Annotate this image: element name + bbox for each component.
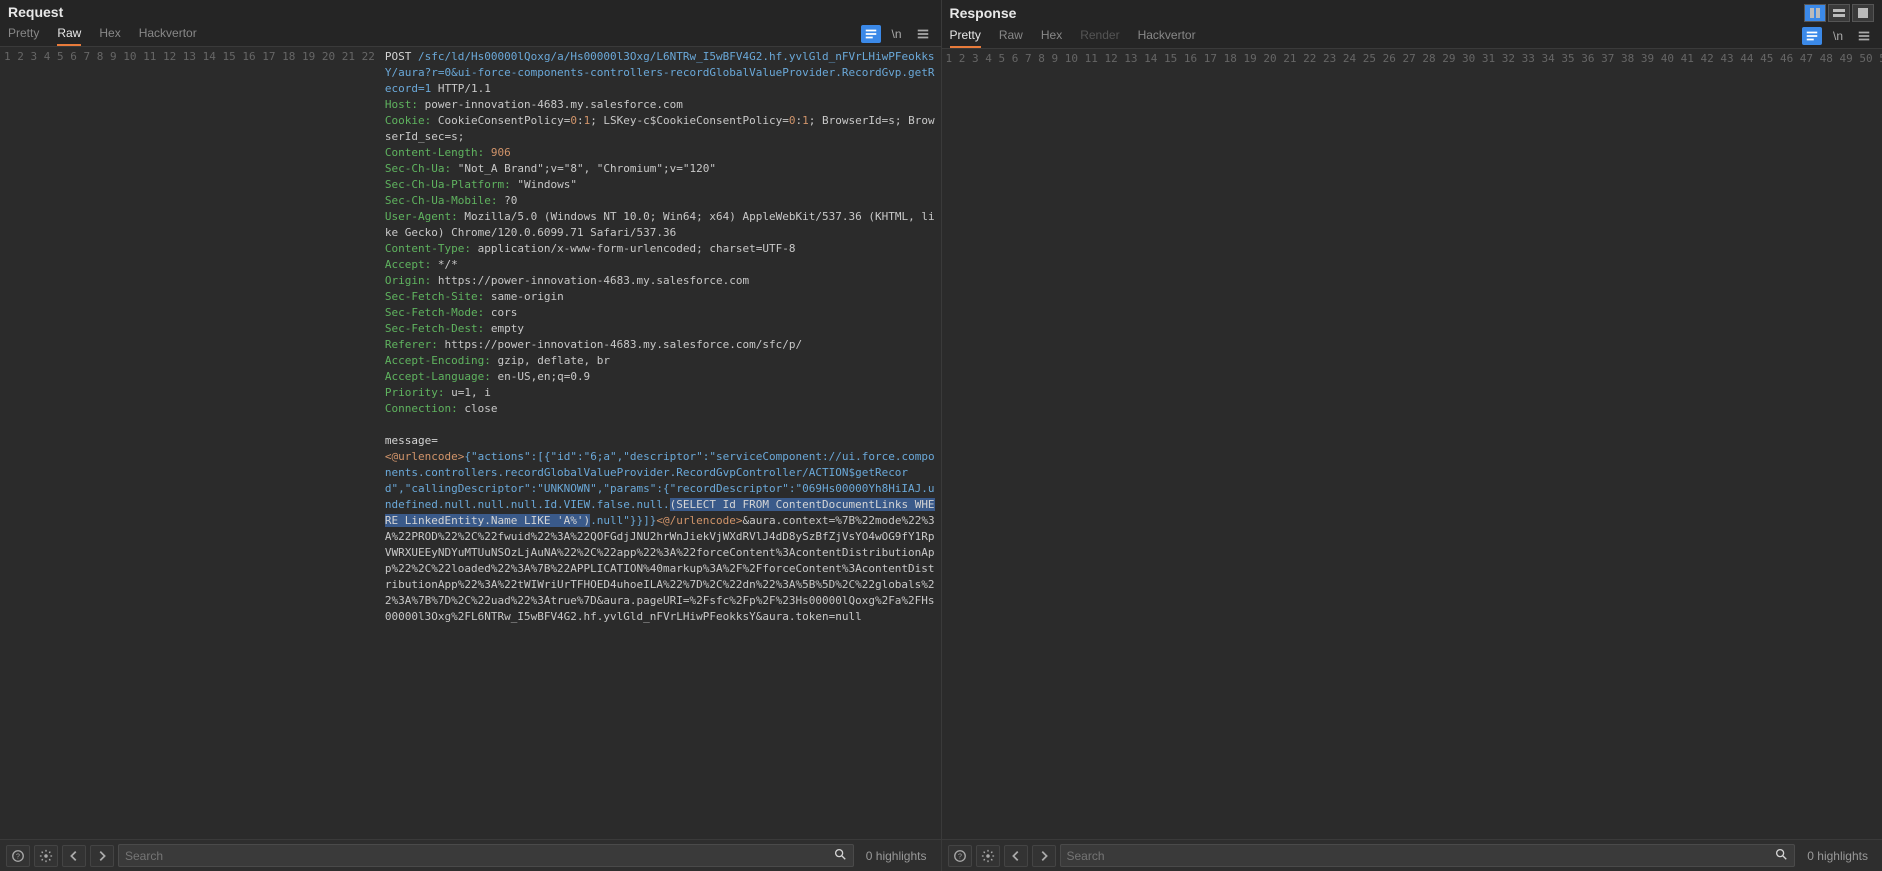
svg-text:?: ?: [958, 853, 962, 860]
response-gutter: 1 2 3 4 5 6 7 8 9 10 11 12 13 14 15 16 1…: [942, 49, 1882, 839]
view-toggles: [1804, 4, 1874, 22]
view-rows-icon[interactable]: [1828, 4, 1850, 22]
gear-icon[interactable]: [34, 845, 58, 867]
forward-icon[interactable]: [1032, 845, 1056, 867]
menu-icon[interactable]: [913, 25, 933, 43]
request-code[interactable]: POST /sfc/ld/Hs00000lQoxg/a/Hs00000l3Oxg…: [381, 47, 941, 839]
view-columns-icon[interactable]: [1804, 4, 1826, 22]
response-title: Response: [950, 5, 1017, 21]
back-icon[interactable]: [1004, 845, 1028, 867]
search-icon[interactable]: [1774, 847, 1788, 864]
response-footer: ? 0 highlights: [942, 839, 1882, 871]
tab-hackvertor[interactable]: Hackvertor: [1138, 24, 1196, 48]
svg-text:?: ?: [16, 853, 20, 860]
tab-pretty[interactable]: Pretty: [950, 24, 981, 48]
response-tab-actions: \n: [1802, 27, 1874, 45]
response-lines-icon[interactable]: [1802, 27, 1822, 45]
request-highlights: 0 highlights: [858, 849, 935, 863]
request-footer: ? 0 highlights: [0, 839, 941, 871]
tab-hex[interactable]: Hex: [1041, 24, 1062, 48]
request-tabs-row: Pretty Raw Hex Hackvertor \n: [0, 20, 941, 47]
tab-raw[interactable]: Raw: [999, 24, 1023, 48]
forward-icon[interactable]: [90, 845, 114, 867]
view-single-icon[interactable]: [1852, 4, 1874, 22]
response-tabs-row: Pretty Raw Hex Render Hackvertor \n: [942, 22, 1882, 49]
newline-icon[interactable]: \n: [1828, 27, 1848, 45]
gear-icon[interactable]: [976, 845, 1000, 867]
response-content[interactable]: 1 2 3 4 5 6 7 8 9 10 11 12 13 14 15 16 1…: [942, 49, 1882, 839]
request-pane: Request Pretty Raw Hex Hackvertor \n 1 2 3 …: [0, 0, 942, 871]
response-header: Response: [942, 0, 1882, 22]
tab-render[interactable]: Render: [1080, 24, 1119, 48]
request-search-input[interactable]: [125, 849, 833, 863]
search-icon[interactable]: [833, 847, 847, 864]
menu-icon[interactable]: [1854, 27, 1874, 45]
request-search[interactable]: [118, 844, 854, 867]
tab-hex[interactable]: Hex: [99, 22, 120, 46]
tab-raw[interactable]: Raw: [57, 22, 81, 46]
response-highlights: 0 highlights: [1799, 849, 1876, 863]
request-lines-icon[interactable]: [861, 25, 881, 43]
request-content[interactable]: 1 2 3 4 5 6 7 8 9 10 11 12 13 14 15 16 1…: [0, 47, 941, 839]
help-icon[interactable]: ?: [6, 845, 30, 867]
help-icon[interactable]: ?: [948, 845, 972, 867]
response-search-input[interactable]: [1067, 849, 1775, 863]
response-tabs: Pretty Raw Hex Render Hackvertor: [950, 24, 1196, 48]
newline-icon[interactable]: \n: [887, 25, 907, 43]
request-header: Request: [0, 0, 941, 20]
request-title: Request: [8, 4, 63, 20]
tab-pretty[interactable]: Pretty: [8, 22, 39, 46]
request-gutter: 1 2 3 4 5 6 7 8 9 10 11 12 13 14 15 16 1…: [0, 47, 381, 839]
request-tab-actions: \n: [861, 25, 933, 43]
tab-hackvertor[interactable]: Hackvertor: [139, 22, 197, 46]
request-tabs: Pretty Raw Hex Hackvertor: [8, 22, 197, 46]
app-root: Request Pretty Raw Hex Hackvertor \n 1 2 3 …: [0, 0, 1882, 871]
response-search[interactable]: [1060, 844, 1796, 867]
response-pane: Response Pretty Raw Hex Render Hackvertor \n…: [942, 0, 1882, 871]
back-icon[interactable]: [62, 845, 86, 867]
